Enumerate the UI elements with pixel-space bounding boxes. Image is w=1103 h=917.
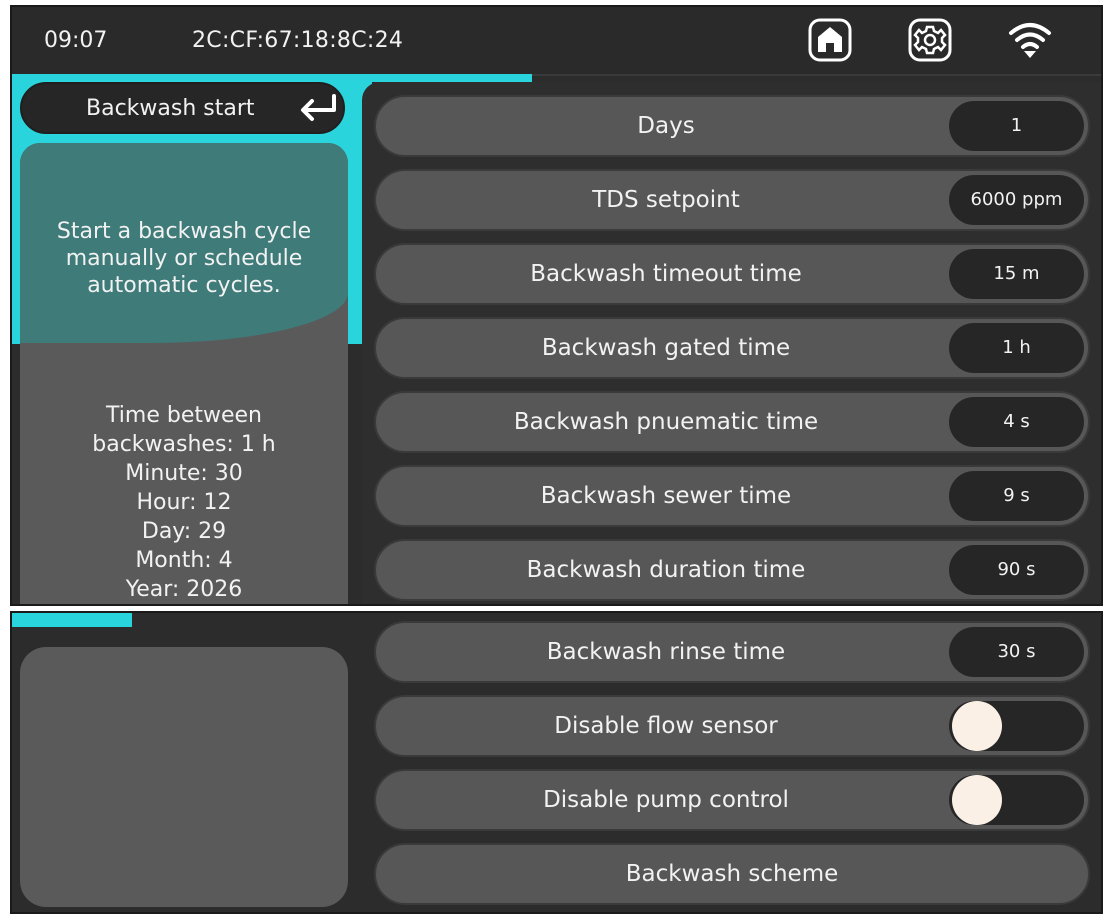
- main-screen: 09:07 2C:CF:67:18:8C:24 Backwash start S…: [10, 5, 1103, 606]
- setting-label: Days: [637, 113, 695, 139]
- description-card-empty: [20, 647, 348, 907]
- backwash-scheme-button[interactable]: Backwash scheme: [374, 843, 1090, 905]
- setting-sewer-time[interactable]: Backwash sewer time 9 s: [374, 465, 1090, 527]
- setting-days[interactable]: Days 1: [374, 95, 1090, 157]
- setting-label: Backwash duration time: [526, 557, 806, 583]
- setting-duration-time[interactable]: Backwash duration time 90 s: [374, 539, 1090, 601]
- clock: 09:07: [44, 28, 108, 53]
- setting-label: Backwash pnuematic time: [513, 409, 819, 435]
- setting-disable-flow-sensor[interactable]: Disable flow sensor: [374, 695, 1090, 757]
- back-button[interactable]: Backwash start: [20, 82, 345, 134]
- setting-label: Disable flow sensor: [554, 713, 778, 739]
- setting-value[interactable]: 9 s: [949, 471, 1084, 521]
- home-icon[interactable]: [807, 17, 853, 63]
- setting-value[interactable]: 90 s: [949, 545, 1084, 595]
- schedule-info: Time between backwashes: 1 h Minute: 30 …: [92, 403, 276, 602]
- accent-strip: [12, 74, 532, 82]
- setting-label: Disable pump control: [543, 787, 789, 813]
- setting-tds-setpoint[interactable]: TDS setpoint 6000 ppm: [374, 169, 1090, 231]
- setting-label: Backwash timeout time: [530, 261, 802, 287]
- flow-sensor-toggle[interactable]: [949, 701, 1084, 751]
- setting-value[interactable]: 30 s: [949, 627, 1084, 677]
- setting-disable-pump-control[interactable]: Disable pump control: [374, 769, 1090, 831]
- setting-label: TDS setpoint: [592, 187, 740, 213]
- mac-address: 2C:CF:67:18:8C:24: [192, 28, 404, 53]
- accent-background: [12, 613, 132, 627]
- pump-control-toggle[interactable]: [949, 775, 1084, 825]
- setting-value[interactable]: 4 s: [949, 397, 1084, 447]
- wifi-icon[interactable]: [1007, 17, 1053, 63]
- setting-gated-time[interactable]: Backwash gated time 1 h: [374, 317, 1090, 379]
- return-arrow-icon: [301, 94, 336, 121]
- setting-timeout-time[interactable]: Backwash timeout time 15 m: [374, 243, 1090, 305]
- toggle-knob: [952, 701, 1002, 751]
- setting-value[interactable]: 1 h: [949, 323, 1084, 373]
- scrolled-screen: Backwash rinse time 30 s Disable flow se…: [10, 611, 1103, 914]
- setting-value[interactable]: 1: [949, 101, 1084, 151]
- description-card: Start a backwash cycle manually or sched…: [20, 143, 348, 604]
- setting-label: Backwash scheme: [625, 861, 839, 887]
- setting-rinse-time[interactable]: Backwash rinse time 30 s: [374, 621, 1090, 683]
- toggle-knob: [952, 775, 1002, 825]
- back-button-label: Backwash start: [86, 96, 255, 121]
- status-bar: 09:07 2C:CF:67:18:8C:24: [12, 7, 1101, 76]
- setting-label: Backwash sewer time: [540, 483, 792, 509]
- description-text: Start a backwash cycle manually or sched…: [56, 219, 312, 298]
- setting-label: Backwash gated time: [541, 335, 791, 361]
- setting-value[interactable]: 6000 ppm: [949, 175, 1084, 225]
- setting-pneumatic-time[interactable]: Backwash pnuematic time 4 s: [374, 391, 1090, 453]
- gear-icon[interactable]: [907, 17, 953, 63]
- setting-value[interactable]: 15 m: [949, 249, 1084, 299]
- setting-label: Backwash rinse time: [546, 639, 786, 665]
